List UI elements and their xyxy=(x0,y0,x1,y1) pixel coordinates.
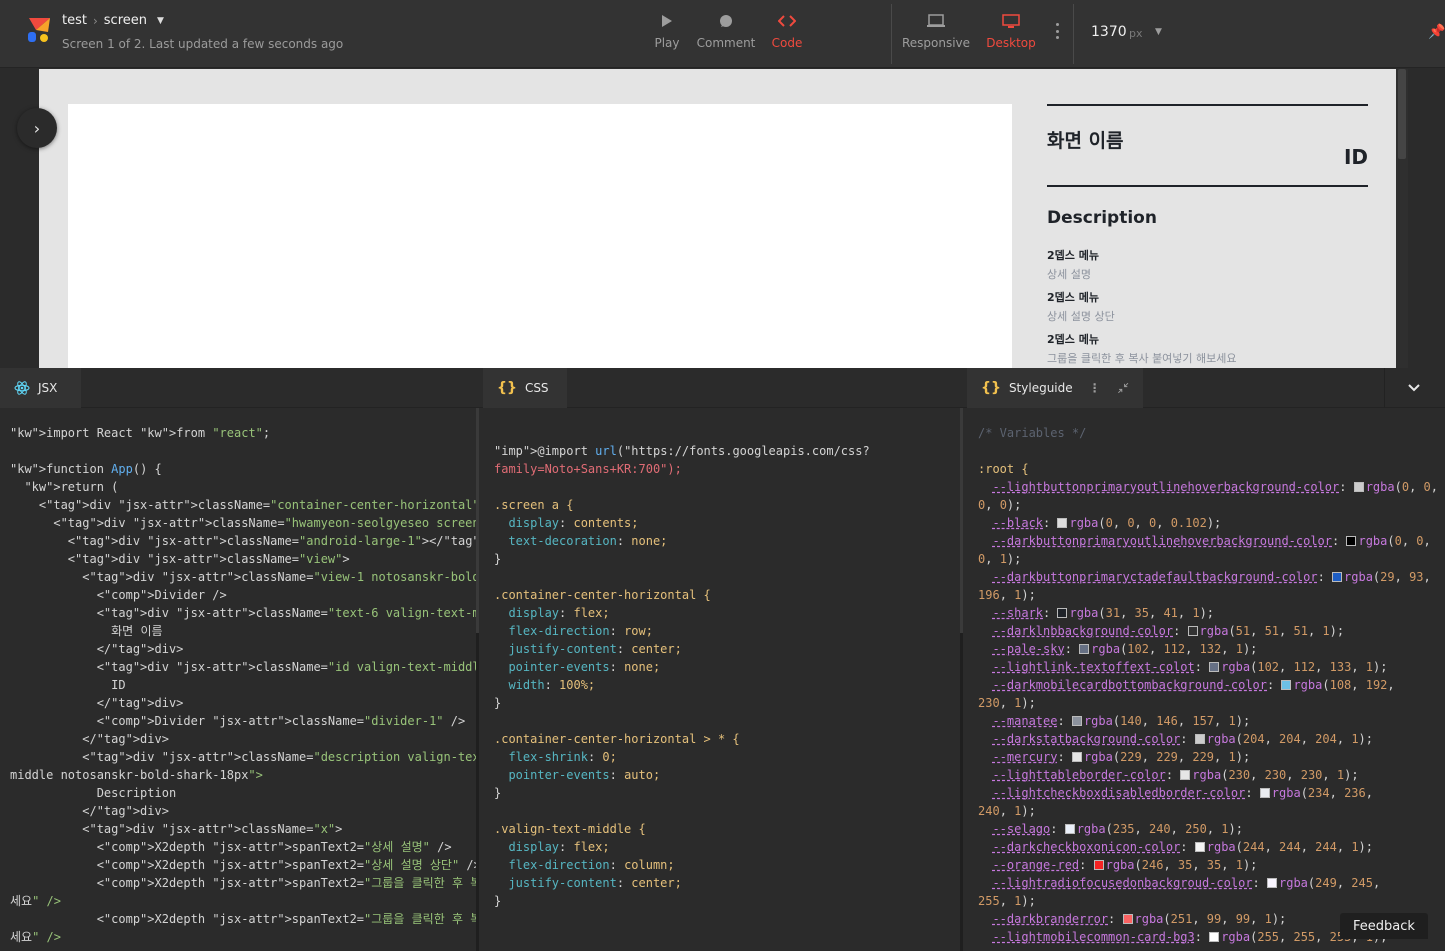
laptop-icon xyxy=(927,14,945,27)
list-item: 2뎁스 메뉴 상세 설명 상단 xyxy=(1047,289,1115,324)
item-title: 2뎁스 메뉴 xyxy=(1047,333,1099,346)
code-icon xyxy=(778,15,796,27)
screen-dropdown-icon[interactable]: ▼ xyxy=(157,16,164,26)
screen-preview: 화면 이름 ID Description 2뎁스 메뉴 상세 설명 2뎁스 메뉴… xyxy=(0,69,1445,368)
css-code[interactable]: "imp">@import url("https://fonts.googlea… xyxy=(479,408,960,910)
tab-jsx-label: JSX xyxy=(38,381,58,395)
item-sub: 상세 설명 xyxy=(1047,268,1091,281)
tab-css-label: CSS xyxy=(524,381,549,395)
comment-button[interactable]: Comment xyxy=(691,12,761,50)
comment-icon xyxy=(720,15,732,27)
code-panels: JSX {} CSS {} Styleguide ⋮ "kw">import R… xyxy=(0,368,1445,951)
viewport-width-unit: px xyxy=(1129,27,1143,40)
viewport-width-value[interactable]: 1370 xyxy=(1091,24,1127,40)
react-icon xyxy=(14,381,30,395)
chevron-right-icon[interactable]: › xyxy=(17,108,57,148)
app-logo-icon[interactable] xyxy=(26,16,52,44)
preview-right-panel: 화면 이름 ID Description 2뎁스 메뉴 상세 설명 2뎁스 메뉴… xyxy=(1047,69,1368,368)
styleguide-code-panel[interactable]: /* Variables */ :root { --lightbuttonpri… xyxy=(963,408,1445,951)
feedback-button[interactable]: Feedback xyxy=(1340,913,1428,939)
css-code-panel[interactable]: "imp">@import url("https://fonts.googlea… xyxy=(479,408,960,951)
screen-name[interactable]: screen xyxy=(104,13,147,28)
preview-scrollbar[interactable] xyxy=(1396,69,1408,368)
desktop-button[interactable]: Desktop xyxy=(976,12,1046,50)
toolbar-divider xyxy=(1073,4,1074,64)
project-name[interactable]: test xyxy=(62,13,87,28)
item-title: 2뎁스 메뉴 xyxy=(1047,249,1099,262)
code-button[interactable]: Code xyxy=(752,12,822,50)
screen-id: ID xyxy=(1343,145,1368,169)
preview-artboard xyxy=(68,104,1012,368)
collapse-icon[interactable] xyxy=(1117,379,1129,397)
panel-tab-bar: JSX {} CSS {} Styleguide ⋮ xyxy=(0,368,1445,408)
more-options-icon[interactable] xyxy=(1050,20,1064,42)
screen-title: 화면 이름 xyxy=(1047,130,1124,152)
item-sub: 그룹을 클릭한 후 복사 붙여넣기 해보세요 xyxy=(1047,352,1237,365)
styleguide-code[interactable]: /* Variables */ :root { --lightbuttonpri… xyxy=(963,408,1445,946)
more-options-icon[interactable]: ⋮ xyxy=(1089,381,1101,395)
play-icon xyxy=(662,15,672,27)
divider xyxy=(1047,185,1368,187)
jsx-code[interactable]: "kw">import React "kw">from "react"; "kw… xyxy=(0,408,476,946)
divider xyxy=(1047,104,1368,106)
screen-status: Screen 1 of 2. Last updated a few second… xyxy=(62,37,344,51)
responsive-button[interactable]: Responsive xyxy=(901,12,971,50)
tab-separator xyxy=(1384,368,1385,408)
desktop-icon xyxy=(1002,13,1020,28)
breadcrumb: test › screen ▼ xyxy=(62,13,164,28)
braces-icon: {} xyxy=(497,380,517,396)
breadcrumb-separator-icon: › xyxy=(92,13,98,28)
item-sub: 상세 설명 상단 xyxy=(1047,310,1115,323)
preview-canvas: 화면 이름 ID Description 2뎁스 메뉴 상세 설명 2뎁스 메뉴… xyxy=(39,69,1396,368)
pin-icon[interactable]: 📌 xyxy=(1428,24,1445,40)
list-item: 2뎁스 메뉴 그룹을 클릭한 후 복사 붙여넣기 해보세요 xyxy=(1047,331,1237,366)
chevron-down-icon[interactable] xyxy=(1408,381,1420,395)
braces-icon: {} xyxy=(981,380,1001,396)
responsive-label: Responsive xyxy=(901,36,971,50)
tab-styleguide[interactable]: {} Styleguide ⋮ xyxy=(967,368,1143,408)
toolbar-divider xyxy=(891,4,892,64)
description-heading: Description xyxy=(1047,208,1157,228)
scrollbar-thumb[interactable] xyxy=(1398,69,1406,159)
comment-label: Comment xyxy=(696,36,756,50)
top-bar: test › screen ▼ Screen 1 of 2. Last upda… xyxy=(0,0,1445,68)
width-dropdown-icon[interactable]: ▼ xyxy=(1155,27,1162,37)
jsx-code-panel[interactable]: "kw">import React "kw">from "react"; "kw… xyxy=(0,408,476,951)
tab-styleguide-label: Styleguide xyxy=(1008,381,1073,395)
list-item: 2뎁스 메뉴 상세 설명 xyxy=(1047,247,1099,282)
desktop-label: Desktop xyxy=(986,36,1036,50)
item-title: 2뎁스 메뉴 xyxy=(1047,291,1099,304)
code-label: Code xyxy=(771,36,803,50)
tab-jsx[interactable]: JSX xyxy=(0,368,81,408)
tab-css[interactable]: {} CSS xyxy=(483,368,567,408)
